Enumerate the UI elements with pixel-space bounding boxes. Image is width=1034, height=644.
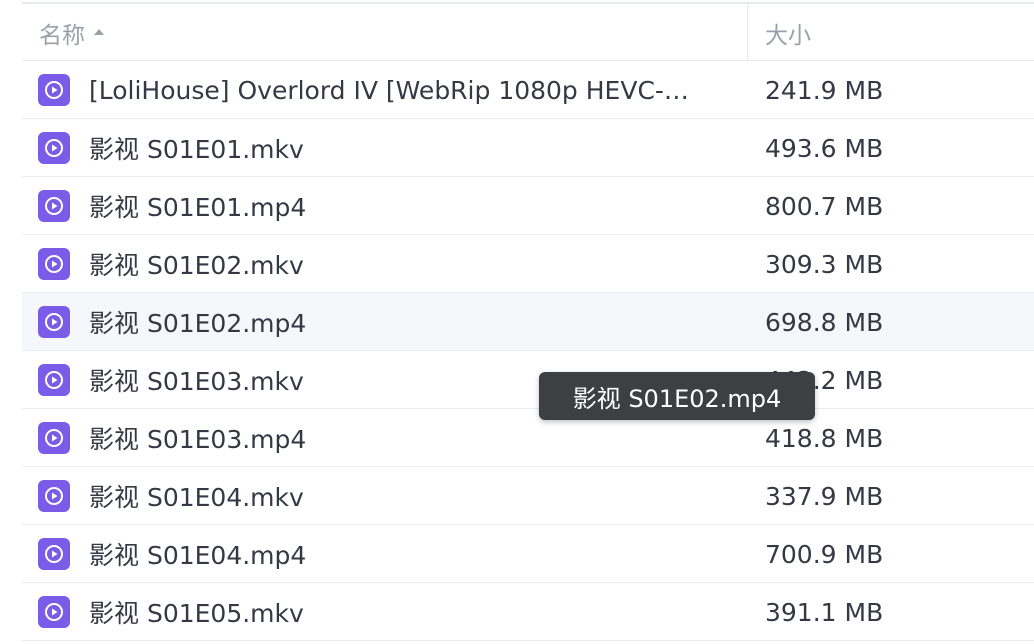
video-file-icon [38,248,70,280]
video-file-icon [38,306,70,338]
file-size: 309.3 MB [765,249,884,279]
video-file-icon [38,364,70,396]
file-row[interactable]: 影视 S01E01.mp4 800.7 MB [22,177,1034,235]
file-size: 391.1 MB [765,597,884,627]
video-file-icon [38,480,70,512]
column-divider[interactable] [747,4,748,61]
file-list: 名称 大小 [LoliHouse] Overlord IV [WebRip 10… [22,0,1034,644]
name-column-label: 名称 [39,22,85,49]
file-row[interactable]: 影视 S01E03.mp4 418.8 MB [22,409,1034,467]
file-row[interactable]: [LoliHouse] Overlord IV [WebRip 1080p HE… [22,61,1034,119]
file-name: 影视 S01E02.mp4 [89,309,307,338]
file-row[interactable]: 影视 S01E05.mkv 391.1 MB [22,583,1034,641]
file-size: 698.8 MB [765,307,884,337]
file-name: 影视 S01E01.mp4 [89,193,307,222]
file-size: 337.9 MB [765,481,884,511]
file-name: 影视 S01E04.mp4 [89,541,307,570]
video-file-icon [38,190,70,222]
file-row[interactable]: 影视 S01E04.mp4 700.9 MB [22,525,1034,583]
file-row[interactable]: 影视 S01E02.mkv 309.3 MB [22,235,1034,293]
file-name: 影视 S01E04.mkv [89,483,304,512]
file-row[interactable]: 影视 S01E03.mkv 442.2 MB [22,351,1034,409]
size-column-header[interactable]: 大小 [765,4,1025,61]
file-rows: [LoliHouse] Overlord IV [WebRip 1080p HE… [22,61,1034,641]
video-file-icon [38,596,70,628]
file-row-hovered[interactable]: 影视 S01E02.mp4 698.8 MB [22,293,1034,351]
file-name: [LoliHouse] Overlord IV [WebRip 1080p HE… [89,75,689,105]
column-header: 名称 大小 [22,4,1034,61]
video-file-icon [38,74,70,106]
sort-ascending-icon [94,28,104,35]
video-file-icon [38,422,70,454]
file-row[interactable]: 影视 S01E04.mkv 337.9 MB [22,467,1034,525]
file-size: 700.9 MB [765,539,884,569]
file-size: 241.9 MB [765,75,884,105]
filename-tooltip: 影视 S01E02.mp4 [539,372,815,420]
file-size: 493.6 MB [765,133,884,163]
file-name: 影视 S01E01.mkv [89,135,304,164]
file-name: 影视 S01E05.mkv [89,599,304,628]
video-file-icon [38,538,70,570]
file-row[interactable]: 影视 S01E01.mkv 493.6 MB [22,119,1034,177]
size-column-label: 大小 [765,22,811,49]
name-column-header[interactable]: 名称 [39,4,739,61]
file-name: 影视 S01E02.mkv [89,251,304,280]
video-file-icon [38,132,70,164]
file-size: 800.7 MB [765,191,884,221]
